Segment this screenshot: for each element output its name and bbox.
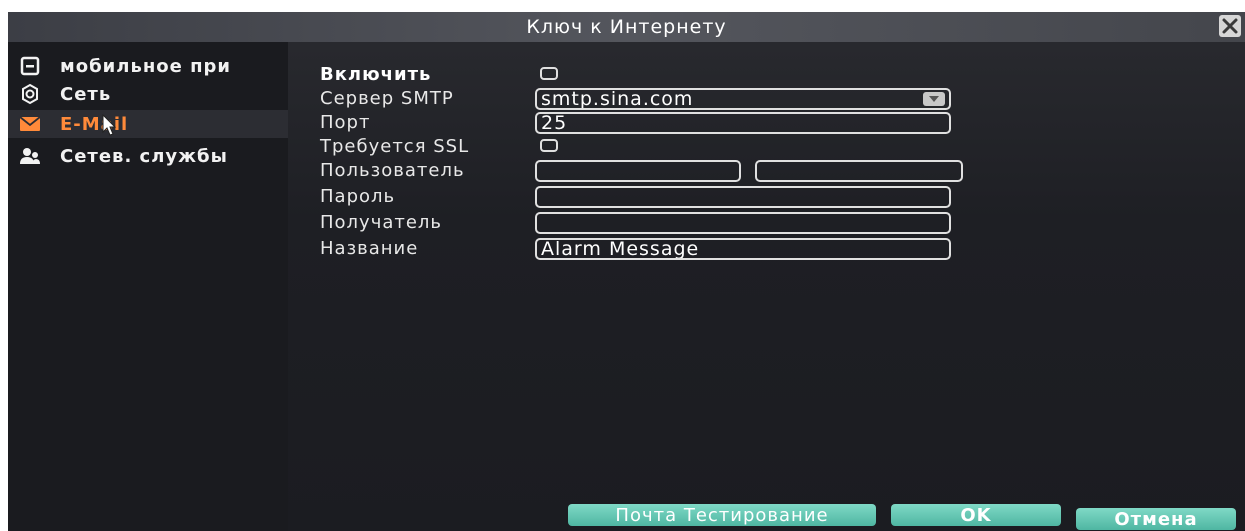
title-value: Alarm Message: [541, 238, 700, 260]
sidebar-item-email[interactable]: E-Mail: [8, 110, 288, 138]
port-value: 25: [541, 112, 568, 134]
smtp-label: Сервер SMTP: [320, 88, 454, 109]
title-label: Название: [320, 238, 419, 259]
window-title: Ключ к Интернету: [526, 16, 727, 38]
smtp-server-select[interactable]: smtp.sina.com: [535, 88, 951, 110]
port-field[interactable]: 25: [535, 112, 951, 134]
mobile-app-icon: [18, 54, 42, 78]
user-field-2[interactable]: [755, 160, 963, 182]
recipient-field[interactable]: [535, 212, 951, 234]
title-field[interactable]: Alarm Message: [535, 238, 951, 260]
smtp-server-value: smtp.sina.com: [541, 88, 694, 110]
port-label: Порт: [320, 112, 371, 133]
chevron-down-icon[interactable]: [923, 92, 945, 106]
title-bar: Ключ к Интернету: [8, 12, 1245, 42]
dialog-window: Ключ к Интернету мобильное при Сеть E-Ma…: [8, 12, 1245, 531]
enable-label: Включить: [320, 64, 432, 85]
close-icon[interactable]: [1219, 15, 1241, 37]
ok-button[interactable]: OK: [891, 504, 1061, 526]
sidebar-item-network[interactable]: Сеть: [8, 80, 288, 108]
sidebar-item-label: Сетев. службы: [60, 145, 228, 167]
test-email-button[interactable]: Почта Тестирование: [568, 504, 876, 526]
password-field[interactable]: [535, 186, 951, 208]
user-field-1[interactable]: [535, 160, 741, 182]
password-label: Пароль: [320, 186, 396, 207]
ssl-checkbox[interactable]: [540, 139, 558, 152]
sidebar-item-label: Сеть: [60, 83, 112, 105]
ssl-label: Требуется SSL: [320, 136, 470, 157]
sidebar-item-mobile-app[interactable]: мобильное при: [8, 52, 288, 80]
sidebar-item-net-services[interactable]: Сетев. службы: [8, 142, 288, 170]
users-icon: [18, 144, 42, 168]
sidebar-item-label: E-Mail: [60, 113, 129, 135]
email-settings-panel: Включить Сервер SMTP smtp.sina.com Порт …: [288, 42, 1245, 531]
recipient-label: Получатель: [320, 212, 443, 233]
network-gear-icon: [18, 82, 42, 106]
mouse-cursor-icon: [101, 113, 117, 141]
cancel-button[interactable]: Отмена: [1076, 508, 1236, 530]
envelope-icon: [18, 112, 42, 136]
sidebar-item-label: мобильное при: [60, 55, 232, 77]
enable-checkbox[interactable]: [540, 67, 558, 80]
user-label: Пользователь: [320, 160, 465, 181]
sidebar: мобильное при Сеть E-Mail Сетев. службы: [8, 42, 288, 531]
